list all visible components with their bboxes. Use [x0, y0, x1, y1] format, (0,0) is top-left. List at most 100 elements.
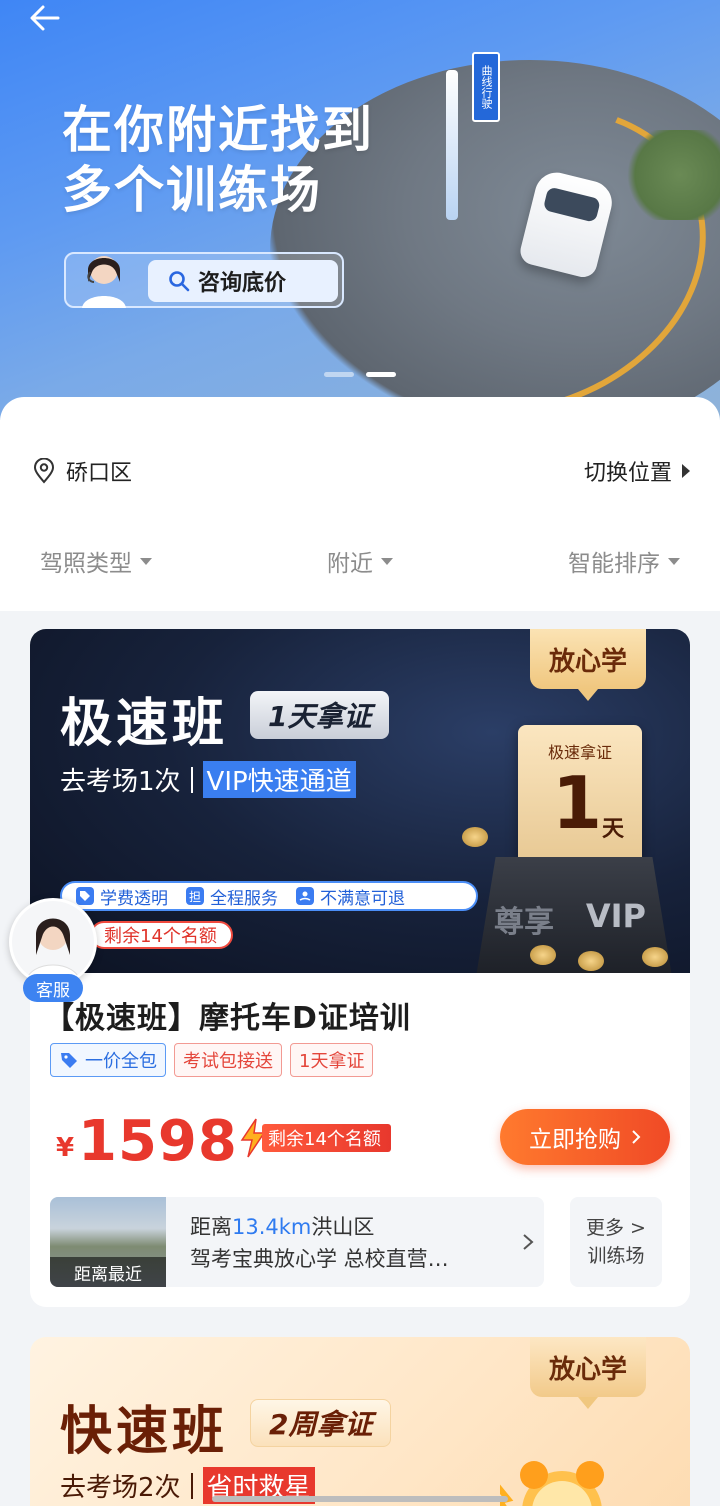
back-button[interactable] [28, 0, 68, 36]
currency-symbol: ¥ [56, 1133, 75, 1163]
ticket-number: 1 [552, 761, 603, 845]
filter-label: 驾照类型 [40, 551, 132, 577]
divider [190, 1472, 193, 1499]
caret-down-icon [381, 557, 393, 565]
flash-sale-badge: 剩余14个名额 [238, 1118, 391, 1158]
tag-one-day: 1天拿证 [290, 1043, 374, 1077]
training-field-thumbnail: 距离最近 [50, 1197, 166, 1287]
consult-label: 咨询底价 [198, 271, 287, 296]
coin-icon [578, 951, 604, 971]
promo-tag: 2周拿证 [250, 1399, 392, 1447]
course-promo-banner[interactable]: 放心学 极速班 1天拿证 去考场1次 VIP快速通道 极速拿证 1 天 尊享 V… [30, 629, 690, 973]
feature-label: 学费透明 [100, 888, 168, 909]
promo-sub-left: 去考场2次 [60, 1473, 181, 1503]
trust-badge: 放心学 [530, 1337, 646, 1409]
feature-item: 不满意可退 [296, 884, 405, 909]
feature-label: 不满意可退 [320, 888, 405, 909]
coin-icon [530, 945, 556, 965]
chevron-right-icon [632, 1130, 641, 1144]
coin-icon [462, 827, 488, 847]
filter-label: 附近 [327, 551, 373, 577]
promo-sub-right: VIP快速通道 [202, 761, 356, 798]
tag-exam-shuttle: 考试包接送 [174, 1043, 282, 1077]
hero-road-sign: 曲线行驶 [472, 52, 500, 122]
alarm-clock-icon [500, 1461, 604, 1506]
ticket-unit: 天 [602, 817, 625, 842]
feature-label: 全程服务 [210, 888, 278, 909]
current-location: 硚口区 [32, 455, 132, 487]
filter-smart-sort[interactable]: 智能排序 [568, 544, 680, 578]
guarantee-icon: 担 [186, 887, 204, 905]
feature-strip: 学费透明 担 全程服务 不满意可退 [60, 881, 478, 911]
location-row: 硚口区 切换位置 [32, 453, 692, 489]
tag-label: 考试包接送 [183, 1051, 273, 1072]
training-field-info[interactable]: 距离最近 距离13.4km洪山区 驾考宝典放心学 总校直营… [50, 1197, 544, 1287]
hero-title-line1: 在你附近找到 [62, 101, 374, 159]
more-line1: 更多 > [586, 1217, 646, 1239]
home-indicator [212, 1496, 508, 1502]
location-pin-icon [33, 458, 55, 484]
hero-banner[interactable]: 曲线行驶 在你附近找到 多个训练场 咨询底价 [0, 0, 720, 420]
hero-sign-pole [446, 70, 458, 220]
promo-ticket-graphic: 极速拿证 1 天 [518, 725, 642, 865]
caret-down-icon [668, 557, 680, 565]
feature-item: 担 全程服务 [186, 884, 278, 909]
filter-bar: 驾照类型 附近 智能排序 [40, 543, 680, 579]
refund-hand-icon [296, 887, 314, 905]
tag-label: 一价全包 [85, 1051, 157, 1072]
customer-service-button[interactable]: 客服 [9, 898, 101, 1002]
hero-grass [620, 130, 720, 220]
promo-subtitle: 去考场1次 VIP快速通道 [60, 761, 356, 798]
promo-tag: 1天拿证 [250, 691, 390, 739]
buy-now-button[interactable]: 立即抢购 [500, 1109, 670, 1165]
promo-title: 极速班 [60, 694, 229, 754]
course-card-fast[interactable]: 放心学 快速班 2周拿证 去考场2次 省时救星 [30, 1337, 690, 1506]
search-icon [169, 271, 190, 292]
carousel-dot-active[interactable] [366, 372, 396, 377]
cs-label: 客服 [23, 974, 83, 1002]
hero-title: 在你附近找到 多个训练场 [62, 100, 374, 220]
field-text: 距离13.4km洪山区 驾考宝典放心学 总校直营… [190, 1211, 510, 1275]
back-arrow-icon [30, 5, 60, 31]
filter-label: 智能排序 [568, 551, 660, 577]
trust-badge: 放心学 [530, 629, 646, 701]
field-distance-line: 距离13.4km洪山区 [190, 1211, 510, 1243]
coin-icon [642, 947, 668, 967]
tag-icon [61, 1053, 77, 1068]
switch-location-label: 切换位置 [583, 461, 672, 486]
more-fields-button[interactable]: 更多 > 训练场 [570, 1197, 662, 1287]
filter-sheet: 硚口区 切换位置 驾照类型 附近 智能排序 [0, 397, 720, 611]
agent-avatar [82, 256, 126, 308]
course-card-express[interactable]: 放心学 极速班 1天拿证 去考场1次 VIP快速通道 极速拿证 1 天 尊享 V… [30, 629, 690, 1307]
box-text-right: VIP [585, 897, 646, 935]
remaining-seats-badge: 剩余14个名额 [90, 921, 233, 949]
switch-location-button[interactable]: 切换位置 [584, 455, 692, 487]
field-area: 洪山区 [311, 1215, 375, 1239]
consult-pill[interactable]: 咨询底价 [148, 260, 338, 302]
location-district: 硚口区 [66, 461, 133, 486]
field-name: 驾考宝典放心学 总校直营… [190, 1247, 449, 1271]
nearest-label: 距离最近 [50, 1257, 166, 1287]
filter-nearby[interactable]: 附近 [327, 544, 393, 578]
tag-label: 1天拿证 [299, 1051, 365, 1072]
filter-license-type[interactable]: 驾照类型 [40, 544, 152, 578]
more-line2: 训练场 [587, 1245, 645, 1267]
hero-title-line2: 多个训练场 [62, 161, 322, 219]
caret-down-icon [140, 557, 152, 565]
carousel-dot[interactable] [324, 372, 354, 377]
agent-avatar [12, 901, 94, 983]
course-tags: 一价全包 考试包接送 1天拿证 [50, 1043, 374, 1077]
consult-price-button[interactable]: 咨询底价 [64, 252, 344, 308]
tag-all-inclusive: 一价全包 [50, 1043, 166, 1077]
chevron-right-icon [523, 1234, 534, 1250]
distance-prefix: 距离 [190, 1215, 232, 1239]
caret-right-icon [682, 464, 690, 478]
buy-now-label: 立即抢购 [529, 1127, 621, 1153]
course-price: 1598 [78, 1109, 238, 1174]
promo-sub-left: 去考场1次 [60, 767, 181, 797]
divider [190, 766, 193, 793]
distance-value: 13.4km [232, 1215, 312, 1239]
carousel-dots [324, 372, 396, 377]
flash-sale-text: 剩余14个名额 [262, 1124, 391, 1152]
ticket-caption: 极速拿证 [547, 743, 612, 762]
